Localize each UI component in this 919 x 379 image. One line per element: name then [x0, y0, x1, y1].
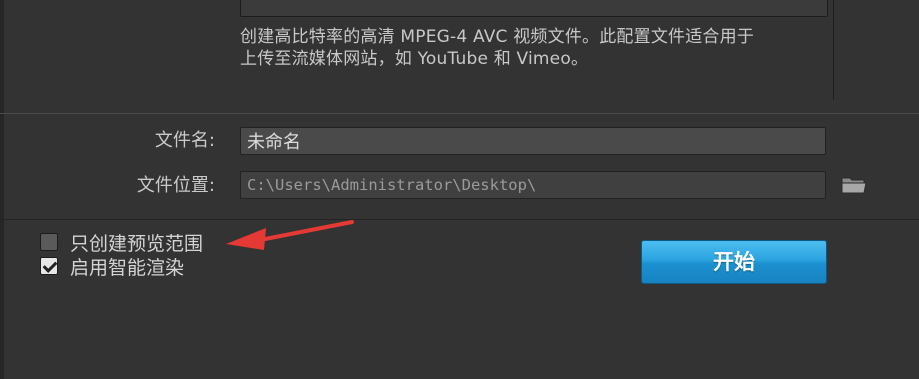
- file-location-label: 文件位置:: [136, 175, 215, 196]
- preset-description-line2: 上传至流媒体网站，如 YouTube 和 Vimeo。: [240, 49, 589, 69]
- folder-icon: [841, 177, 867, 194]
- panel-divider-vertical: [833, 0, 834, 100]
- start-button[interactable]: 开始: [641, 240, 827, 284]
- preview-range-option[interactable]: 只创建预览范围: [40, 231, 204, 255]
- left-panel-edge: [0, 0, 4, 379]
- smart-render-checkbox[interactable]: [40, 257, 58, 275]
- preset-list-box[interactable]: [240, 0, 828, 17]
- filename-input[interactable]: [240, 127, 826, 155]
- preview-range-label: 只创建预览范围: [70, 232, 204, 255]
- file-location-input[interactable]: [240, 171, 826, 199]
- smart-render-option[interactable]: 启用智能渲染: [40, 255, 185, 279]
- section-divider-bottom: [0, 219, 919, 220]
- filename-label: 文件名:: [154, 130, 215, 151]
- section-divider: [0, 113, 919, 114]
- preset-description: 创建高比特率的高清 MPEG-4 AVC 视频文件。此配置文件适合用于 上传至流…: [240, 26, 830, 70]
- browse-folder-button[interactable]: [840, 172, 868, 198]
- preset-description-line1: 创建高比特率的高清 MPEG-4 AVC 视频文件。此配置文件适合用于: [240, 27, 755, 47]
- smart-render-label: 启用智能渲染: [70, 256, 185, 279]
- preview-range-checkbox[interactable]: [40, 233, 58, 251]
- annotation-arrow-icon: [226, 220, 354, 250]
